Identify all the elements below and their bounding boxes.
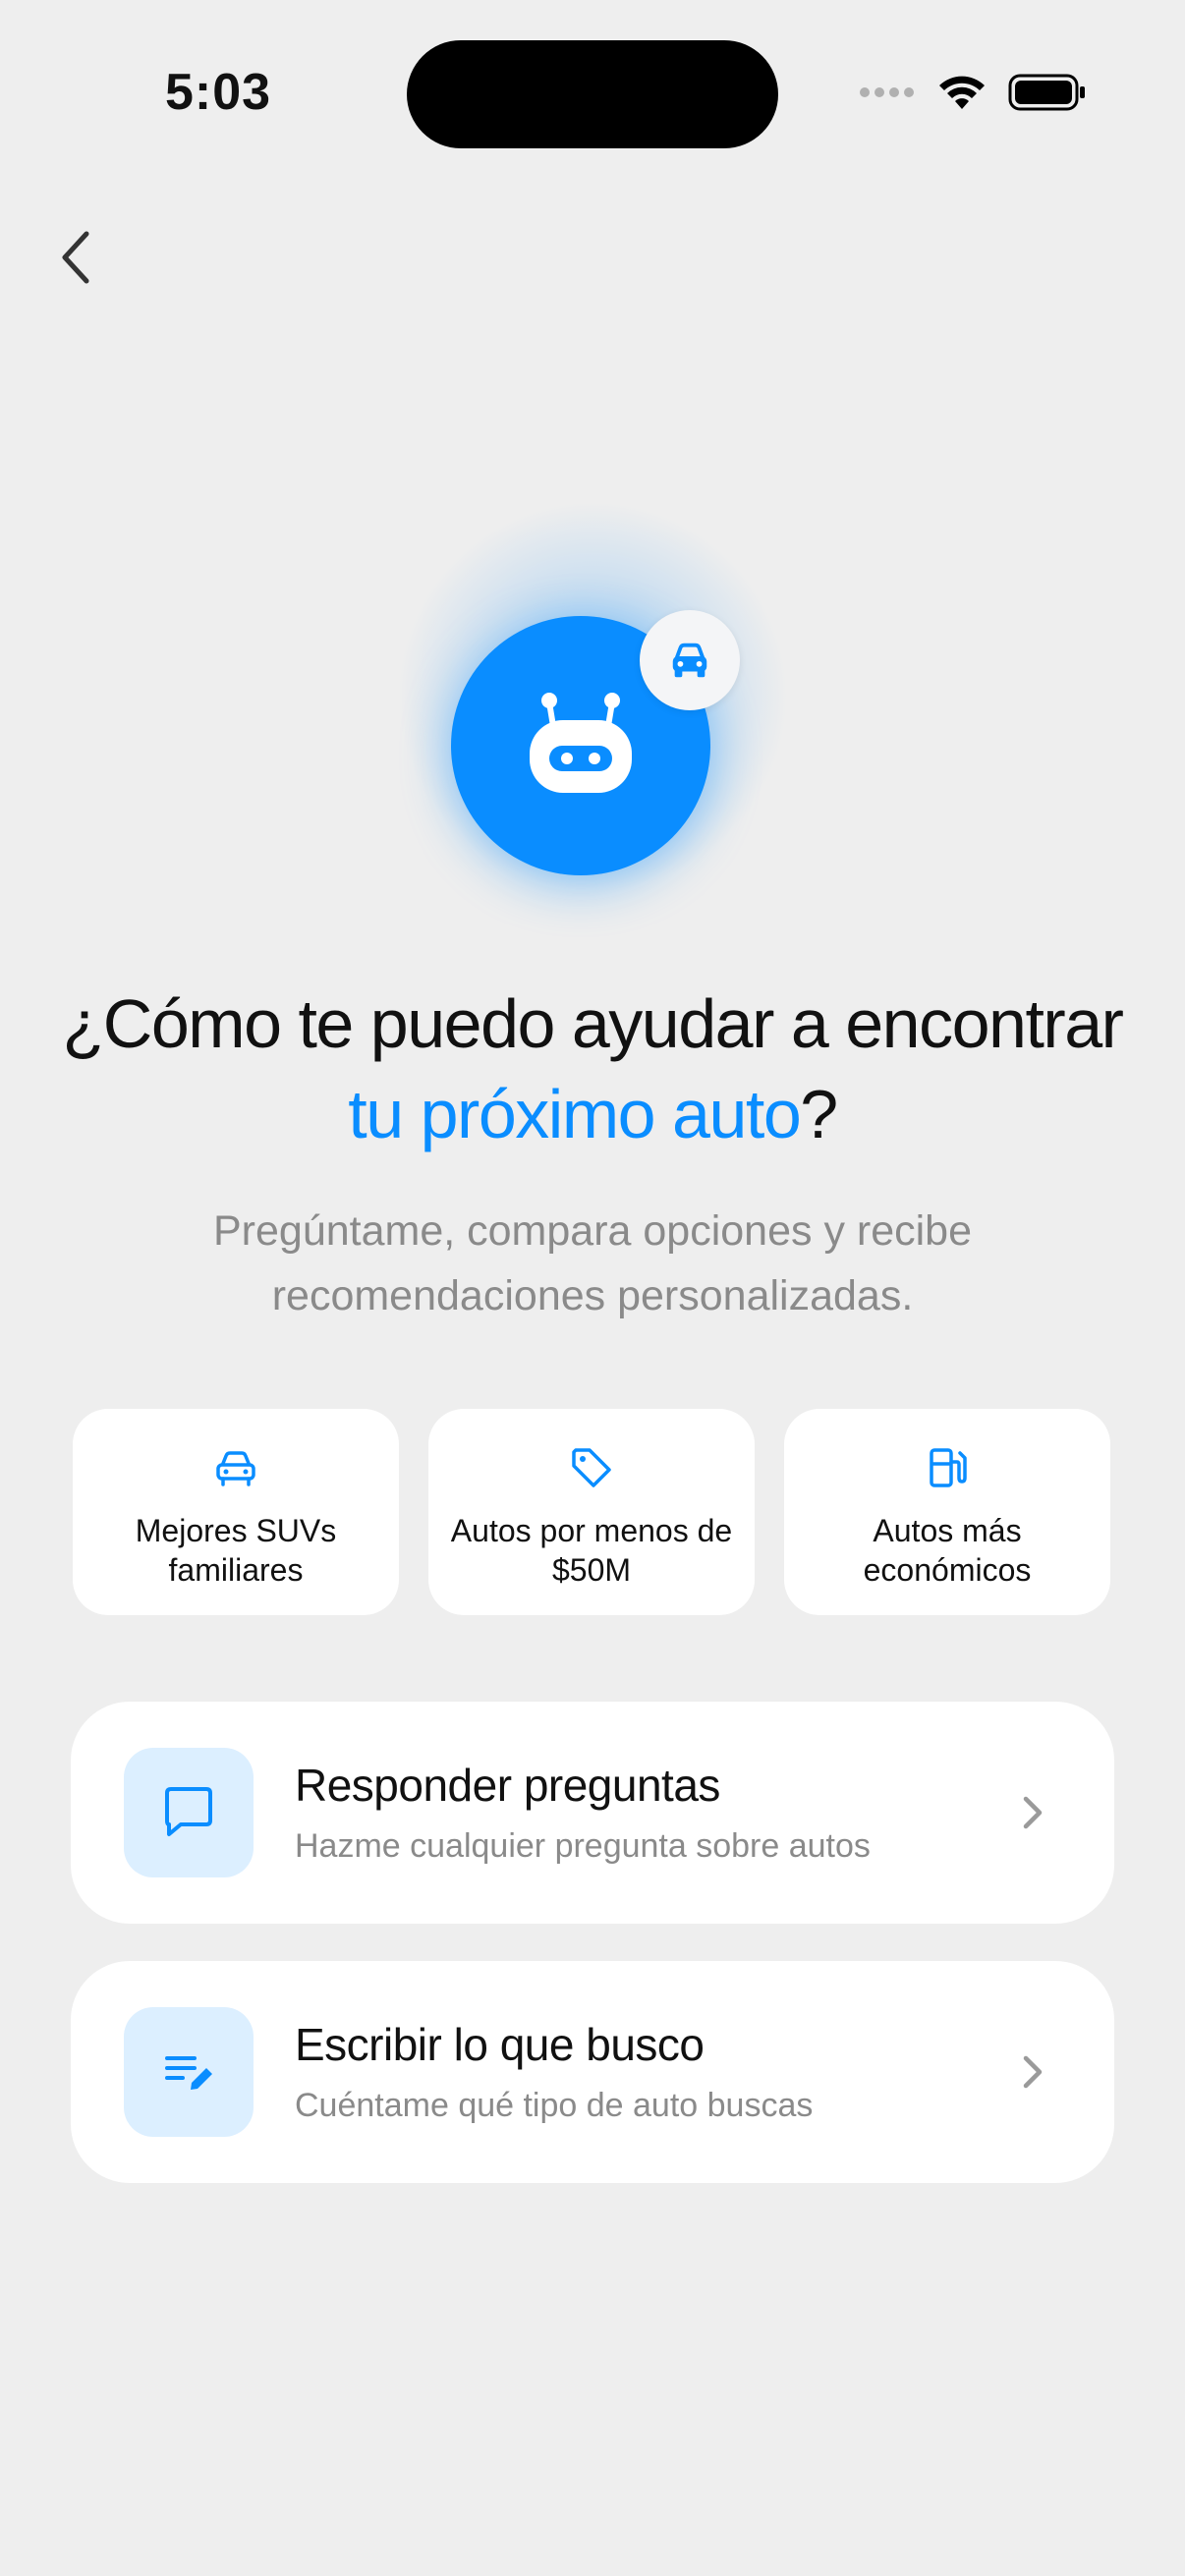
chip-label: Autos más económicos (863, 1513, 1032, 1588)
chevron-right-icon (1023, 1796, 1043, 1829)
back-button[interactable] (51, 222, 106, 293)
page-subtitle: Pregúntame, compara opciones y recibe re… (212, 1207, 973, 1319)
car-icon (216, 1451, 255, 1486)
chevron-right-icon (1023, 2055, 1043, 2089)
cellular-signal-icon (860, 87, 914, 97)
suggestion-chip-economic[interactable]: Autos más económicos (784, 1409, 1110, 1615)
action-subtitle: Cuéntame qué tipo de auto buscas (295, 2087, 814, 2124)
car-icon (672, 643, 707, 678)
suggestion-chips: Mejores SUVs familiares Autos por menos … (73, 1409, 1110, 1615)
wifi-icon (939, 76, 985, 109)
fuel-pump-icon (930, 1448, 967, 1487)
chip-label: Mejores SUVs familiares (135, 1513, 337, 1588)
status-icons (859, 73, 1087, 112)
robot-icon (530, 693, 632, 793)
suggestion-chip-price[interactable]: Autos por menos de $50M (428, 1409, 755, 1615)
tag-icon (572, 1448, 611, 1487)
action-subtitle: Hazme cualquier pregunta sobre autos (295, 1827, 871, 1865)
chip-label: Autos por menos de $50M (450, 1513, 733, 1588)
describe-search-card[interactable]: Escribir lo que busco Cuéntame qué tipo … (71, 1961, 1114, 2183)
dynamic-island (407, 40, 778, 148)
answer-questions-card[interactable]: Responder preguntas Hazme cualquier preg… (71, 1702, 1114, 1924)
car-badge (640, 610, 740, 710)
edit-list-icon (165, 2056, 212, 2090)
action-icon-container (124, 1748, 254, 1877)
battery-icon (1008, 74, 1085, 111)
title-punctuation: ? (800, 1076, 838, 1152)
title-text: ¿Cómo te puedo ayudar a encontrar (62, 985, 1124, 1062)
action-title: Escribir lo que busco (295, 2019, 705, 2070)
page-title: ¿Cómo te puedo ayudar a encontrar tu pró… (39, 979, 1146, 1159)
chat-bubble-icon (165, 1787, 212, 1836)
action-title: Responder preguntas (295, 1760, 720, 1811)
suggestion-chip-suvs[interactable]: Mejores SUVs familiares (73, 1409, 399, 1615)
status-time: 5:03 (165, 64, 272, 121)
title-highlight: tu próximo auto (348, 1076, 801, 1152)
action-icon-container (124, 2007, 254, 2137)
